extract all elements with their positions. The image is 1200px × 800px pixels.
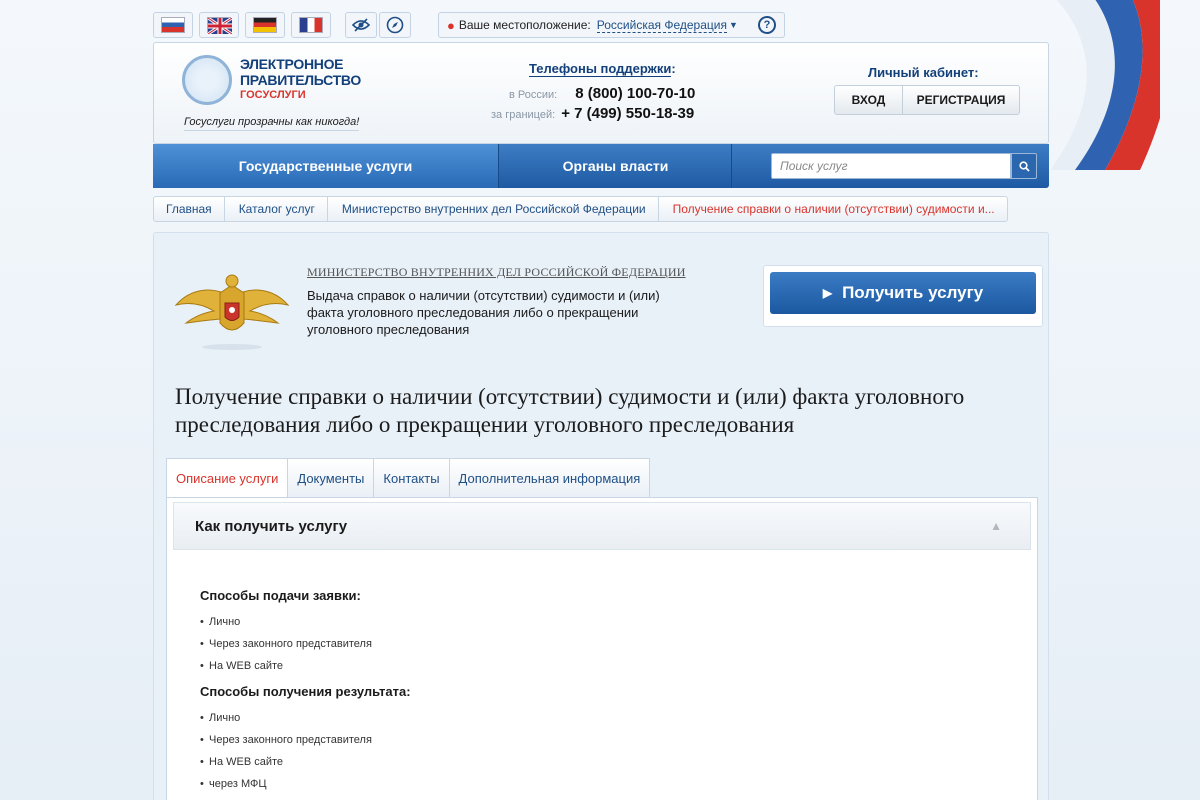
get-service-button[interactable]: ▶ Получить услугу xyxy=(770,272,1036,314)
chevron-down-icon: ▼ xyxy=(728,20,738,30)
get-service-box: ▶ Получить услугу xyxy=(763,265,1043,327)
top-bar: ● Ваше местоположение: Российская Федера… xyxy=(153,10,1049,40)
auth-buttons: ВХОД РЕГИСТРАЦИЯ xyxy=(834,85,1020,115)
tab-additional-info[interactable]: Дополнительная информация xyxy=(449,458,651,498)
main-nav: Государственные услуги Органы власти Пои… xyxy=(153,144,1049,188)
list-item: На WEB сайте xyxy=(200,660,283,672)
login-button[interactable]: ВХОД xyxy=(835,86,903,114)
cabinet-title: Личный кабинет: xyxy=(868,65,979,80)
tab-description[interactable]: Описание услуги xyxy=(166,458,289,498)
support-title[interactable]: Телефоны поддержки: xyxy=(529,61,676,77)
tab-contacts[interactable]: Контакты xyxy=(374,458,450,498)
location-pin-icon: ● xyxy=(447,17,455,33)
accordion-title: Как получить услугу xyxy=(195,517,348,535)
accordion-header[interactable]: Как получить услугу ▲ xyxy=(173,502,1031,550)
phone-russia: в России: 8 (800) 100-70-10 xyxy=(509,85,696,102)
logo-line2[interactable]: ПРАВИТЕЛЬСТВО xyxy=(240,73,361,88)
result-methods-title: Способы получения результата: xyxy=(200,684,411,699)
agency-link[interactable]: МИНИСТЕРСТВО ВНУТРЕННИХ ДЕЛ РОССИЙСКОЙ Ф… xyxy=(307,265,686,280)
breadcrumb-current: Получение справки о наличии (отсутствии)… xyxy=(657,196,1008,222)
nav-tab-services[interactable]: Государственные услуги xyxy=(153,144,499,188)
gosuslugi-logo-icon[interactable] xyxy=(182,55,232,105)
search-icon[interactable] xyxy=(1011,153,1037,179)
flag-en-button[interactable] xyxy=(199,12,239,38)
nav-tab-authorities[interactable]: Органы власти xyxy=(500,144,732,188)
list-item: Через законного представителя xyxy=(200,734,372,746)
breadcrumb-catalog[interactable]: Каталог услуг xyxy=(223,196,327,222)
list-item: Лично xyxy=(200,712,240,724)
service-tabs: Описание услуги Документы Контакты Допол… xyxy=(166,458,651,498)
phone-abroad: за границей: + 7 (499) 550-18-39 xyxy=(491,105,695,122)
breadcrumb-ministry[interactable]: Министерство внутренних дел Российской Ф… xyxy=(326,196,658,222)
help-icon[interactable]: ? xyxy=(758,16,776,34)
register-button[interactable]: РЕГИСТРАЦИЯ xyxy=(903,86,1019,114)
logo-line3[interactable]: ГОСУСЛУГИ xyxy=(240,89,306,102)
get-service-label: Получить услугу xyxy=(842,283,984,302)
tab-panel: Как получить услугу ▲ Способы подачи зая… xyxy=(166,497,1038,800)
breadcrumb-home[interactable]: Главная xyxy=(153,196,224,222)
compass-icon[interactable] xyxy=(379,12,411,38)
list-item: На WEB сайте xyxy=(200,756,283,768)
accessibility-eye-icon[interactable] xyxy=(345,12,377,38)
list-item: через МФЦ xyxy=(200,778,267,790)
flag-de-button[interactable] xyxy=(245,12,285,38)
logo-line1[interactable]: ЭЛЕКТРОННОЕ xyxy=(240,57,344,72)
chevron-up-icon[interactable]: ▲ xyxy=(990,519,1002,533)
search-input[interactable]: Поиск услуг xyxy=(771,153,1011,179)
breadcrumb: Главная Каталог услуг Министерство внутр… xyxy=(153,196,1008,222)
flag-fr-button[interactable] xyxy=(291,12,331,38)
mvd-emblem-icon xyxy=(174,274,290,350)
service-card: МИНИСТЕРСТВО ВНУТРЕННИХ ДЕЛ РОССИЙСКОЙ Ф… xyxy=(153,232,1049,800)
slogan: Госуслуги прозрачны как никогда! xyxy=(184,116,360,131)
location-value[interactable]: Российская Федерация xyxy=(596,18,727,33)
tab-documents[interactable]: Документы xyxy=(288,458,375,498)
site-header: ЭЛЕКТРОННОЕ ПРАВИТЕЛЬСТВО ГОСУСЛУГИ Госу… xyxy=(153,42,1049,144)
location-selector[interactable]: ● Ваше местоположение: Российская Федера… xyxy=(438,12,785,38)
flag-ru-button[interactable] xyxy=(153,12,193,38)
page-title: Получение справки о наличии (отсутствии)… xyxy=(175,384,965,437)
list-item: Через законного представителя xyxy=(200,638,372,650)
chevron-right-icon: ▶ xyxy=(822,286,833,300)
location-label: Ваше местоположение: xyxy=(458,18,591,32)
submit-methods-title: Способы подачи заявки: xyxy=(200,588,361,603)
service-description: Выдача справок о наличии (отсутствии) су… xyxy=(307,288,660,337)
list-item: Лично xyxy=(200,616,240,628)
